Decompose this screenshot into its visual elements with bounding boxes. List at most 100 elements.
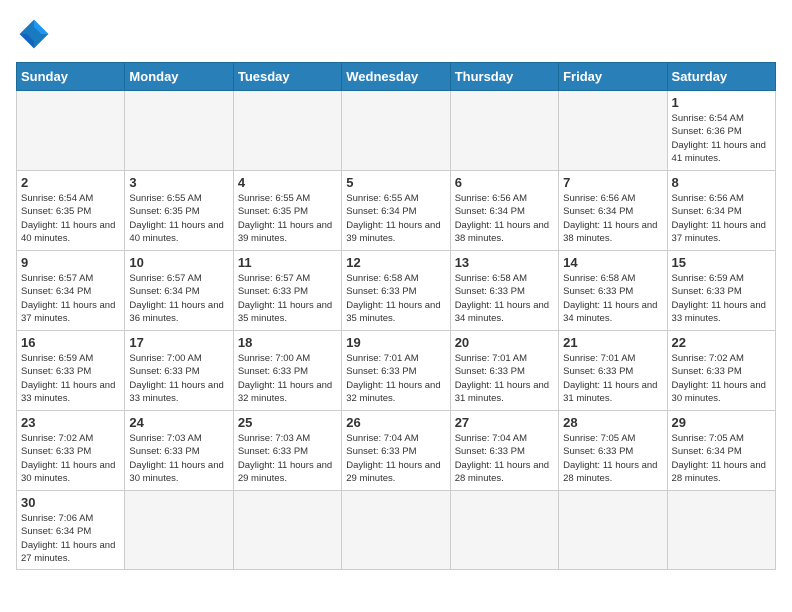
day-info: Sunrise: 7:05 AM Sunset: 6:33 PM Dayligh… <box>563 432 662 485</box>
weekday-header-wednesday: Wednesday <box>342 63 450 91</box>
day-info: Sunrise: 7:02 AM Sunset: 6:33 PM Dayligh… <box>21 432 120 485</box>
calendar-cell: 13 Sunrise: 6:58 AM Sunset: 6:33 PM Dayli… <box>450 251 558 331</box>
day-info: Sunrise: 7:00 AM Sunset: 6:33 PM Dayligh… <box>129 352 228 405</box>
calendar-cell: 10 Sunrise: 6:57 AM Sunset: 6:34 PM Dayli… <box>125 251 233 331</box>
day-number: 1 <box>672 95 771 110</box>
day-number: 22 <box>672 335 771 350</box>
weekday-header-friday: Friday <box>559 63 667 91</box>
day-number: 27 <box>455 415 554 430</box>
calendar-cell <box>559 491 667 570</box>
week-row-4: 16Sunrise: 6:59 AM Sunset: 6:33 PM Dayli… <box>17 331 776 411</box>
day-number: 25 <box>238 415 337 430</box>
calendar-cell: 23 Sunrise: 7:02 AM Sunset: 6:33 PM Dayli… <box>17 411 125 491</box>
day-info: Sunrise: 6:57 AM Sunset: 6:34 PM Dayligh… <box>129 272 228 325</box>
calendar-cell: 2 Sunrise: 6:54 AM Sunset: 6:35 PM Daylig… <box>17 171 125 251</box>
day-number: 30 <box>21 495 120 510</box>
day-number: 12 <box>346 255 445 270</box>
day-number: 24 <box>129 415 228 430</box>
calendar-cell <box>125 91 233 171</box>
day-info: Sunrise: 6:58 AM Sunset: 6:33 PM Dayligh… <box>455 272 554 325</box>
calendar-cell <box>233 491 341 570</box>
day-number: 11 <box>238 255 337 270</box>
calendar-cell <box>450 491 558 570</box>
calendar-cell: 4 Sunrise: 6:55 AM Sunset: 6:35 PM Daylig… <box>233 171 341 251</box>
day-info: Sunrise: 6:57 AM Sunset: 6:33 PM Dayligh… <box>238 272 337 325</box>
day-info: Sunrise: 6:56 AM Sunset: 6:34 PM Dayligh… <box>563 192 662 245</box>
calendar-cell: 15 Sunrise: 6:59 AM Sunset: 6:33 PM Dayli… <box>667 251 775 331</box>
day-number: 10 <box>129 255 228 270</box>
logo <box>16 16 58 52</box>
day-info: Sunrise: 7:06 AM Sunset: 6:34 PM Dayligh… <box>21 512 120 565</box>
day-number: 6 <box>455 175 554 190</box>
calendar-cell: 21Sunrise: 7:01 AM Sunset: 6:33 PM Dayli… <box>559 331 667 411</box>
calendar-cell <box>125 491 233 570</box>
day-number: 19 <box>346 335 445 350</box>
calendar-cell: 3Sunrise: 6:55 AM Sunset: 6:35 PM Daylig… <box>125 171 233 251</box>
calendar-cell <box>233 91 341 171</box>
day-info: Sunrise: 7:01 AM Sunset: 6:33 PM Dayligh… <box>455 352 554 405</box>
day-number: 7 <box>563 175 662 190</box>
day-info: Sunrise: 6:59 AM Sunset: 6:33 PM Dayligh… <box>672 272 771 325</box>
day-number: 26 <box>346 415 445 430</box>
day-info: Sunrise: 6:58 AM Sunset: 6:33 PM Dayligh… <box>346 272 445 325</box>
day-info: Sunrise: 6:56 AM Sunset: 6:34 PM Dayligh… <box>455 192 554 245</box>
calendar-cell <box>559 91 667 171</box>
calendar-cell: 16Sunrise: 6:59 AM Sunset: 6:33 PM Dayli… <box>17 331 125 411</box>
calendar-cell <box>667 491 775 570</box>
weekday-header-row: SundayMondayTuesdayWednesdayThursdayFrid… <box>17 63 776 91</box>
calendar-table: SundayMondayTuesdayWednesdayThursdayFrid… <box>16 62 776 570</box>
day-info: Sunrise: 6:54 AM Sunset: 6:35 PM Dayligh… <box>21 192 120 245</box>
day-info: Sunrise: 6:58 AM Sunset: 6:33 PM Dayligh… <box>563 272 662 325</box>
calendar-cell: 19 Sunrise: 7:01 AM Sunset: 6:33 PM Dayli… <box>342 331 450 411</box>
weekday-header-saturday: Saturday <box>667 63 775 91</box>
calendar-cell: 5 Sunrise: 6:55 AM Sunset: 6:34 PM Daylig… <box>342 171 450 251</box>
calendar-cell: 22Sunrise: 7:02 AM Sunset: 6:33 PM Dayli… <box>667 331 775 411</box>
day-number: 28 <box>563 415 662 430</box>
calendar-cell: 24Sunrise: 7:03 AM Sunset: 6:33 PM Dayli… <box>125 411 233 491</box>
page-header <box>16 16 776 52</box>
calendar-cell: 25Sunrise: 7:03 AM Sunset: 6:33 PM Dayli… <box>233 411 341 491</box>
calendar-cell: 12 Sunrise: 6:58 AM Sunset: 6:33 PM Dayli… <box>342 251 450 331</box>
calendar-cell <box>450 91 558 171</box>
day-number: 13 <box>455 255 554 270</box>
day-info: Sunrise: 6:59 AM Sunset: 6:33 PM Dayligh… <box>21 352 120 405</box>
day-number: 15 <box>672 255 771 270</box>
day-info: Sunrise: 6:54 AM Sunset: 6:36 PM Dayligh… <box>672 112 771 165</box>
week-row-6: 30 Sunrise: 7:06 AM Sunset: 6:34 PM Dayli… <box>17 491 776 570</box>
calendar-cell <box>342 91 450 171</box>
weekday-header-sunday: Sunday <box>17 63 125 91</box>
calendar-cell <box>17 91 125 171</box>
calendar-cell: 9Sunrise: 6:57 AM Sunset: 6:34 PM Daylig… <box>17 251 125 331</box>
week-row-2: 2 Sunrise: 6:54 AM Sunset: 6:35 PM Daylig… <box>17 171 776 251</box>
day-info: Sunrise: 7:04 AM Sunset: 6:33 PM Dayligh… <box>346 432 445 485</box>
day-number: 20 <box>455 335 554 350</box>
day-number: 2 <box>21 175 120 190</box>
day-info: Sunrise: 7:01 AM Sunset: 6:33 PM Dayligh… <box>563 352 662 405</box>
calendar-cell: 29Sunrise: 7:05 AM Sunset: 6:34 PM Dayli… <box>667 411 775 491</box>
day-info: Sunrise: 6:55 AM Sunset: 6:35 PM Dayligh… <box>238 192 337 245</box>
day-info: Sunrise: 6:56 AM Sunset: 6:34 PM Dayligh… <box>672 192 771 245</box>
weekday-header-thursday: Thursday <box>450 63 558 91</box>
day-number: 4 <box>238 175 337 190</box>
day-number: 29 <box>672 415 771 430</box>
weekday-header-tuesday: Tuesday <box>233 63 341 91</box>
day-info: Sunrise: 6:57 AM Sunset: 6:34 PM Dayligh… <box>21 272 120 325</box>
calendar-cell: 11 Sunrise: 6:57 AM Sunset: 6:33 PM Dayli… <box>233 251 341 331</box>
weekday-header-monday: Monday <box>125 63 233 91</box>
calendar-cell: 1 Sunrise: 6:54 AM Sunset: 6:36 PM Daylig… <box>667 91 775 171</box>
day-info: Sunrise: 7:04 AM Sunset: 6:33 PM Dayligh… <box>455 432 554 485</box>
day-number: 23 <box>21 415 120 430</box>
day-info: Sunrise: 6:55 AM Sunset: 6:34 PM Dayligh… <box>346 192 445 245</box>
day-number: 5 <box>346 175 445 190</box>
day-number: 3 <box>129 175 228 190</box>
calendar-cell: 6 Sunrise: 6:56 AM Sunset: 6:34 PM Daylig… <box>450 171 558 251</box>
calendar-cell: 27 Sunrise: 7:04 AM Sunset: 6:33 PM Dayli… <box>450 411 558 491</box>
day-info: Sunrise: 7:01 AM Sunset: 6:33 PM Dayligh… <box>346 352 445 405</box>
calendar-cell: 26 Sunrise: 7:04 AM Sunset: 6:33 PM Dayli… <box>342 411 450 491</box>
week-row-1: 1 Sunrise: 6:54 AM Sunset: 6:36 PM Daylig… <box>17 91 776 171</box>
calendar-cell: 14Sunrise: 6:58 AM Sunset: 6:33 PM Dayli… <box>559 251 667 331</box>
calendar-cell: 20 Sunrise: 7:01 AM Sunset: 6:33 PM Dayli… <box>450 331 558 411</box>
calendar-cell: 17Sunrise: 7:00 AM Sunset: 6:33 PM Dayli… <box>125 331 233 411</box>
calendar-cell: 18Sunrise: 7:00 AM Sunset: 6:33 PM Dayli… <box>233 331 341 411</box>
calendar-cell: 30 Sunrise: 7:06 AM Sunset: 6:34 PM Dayli… <box>17 491 125 570</box>
